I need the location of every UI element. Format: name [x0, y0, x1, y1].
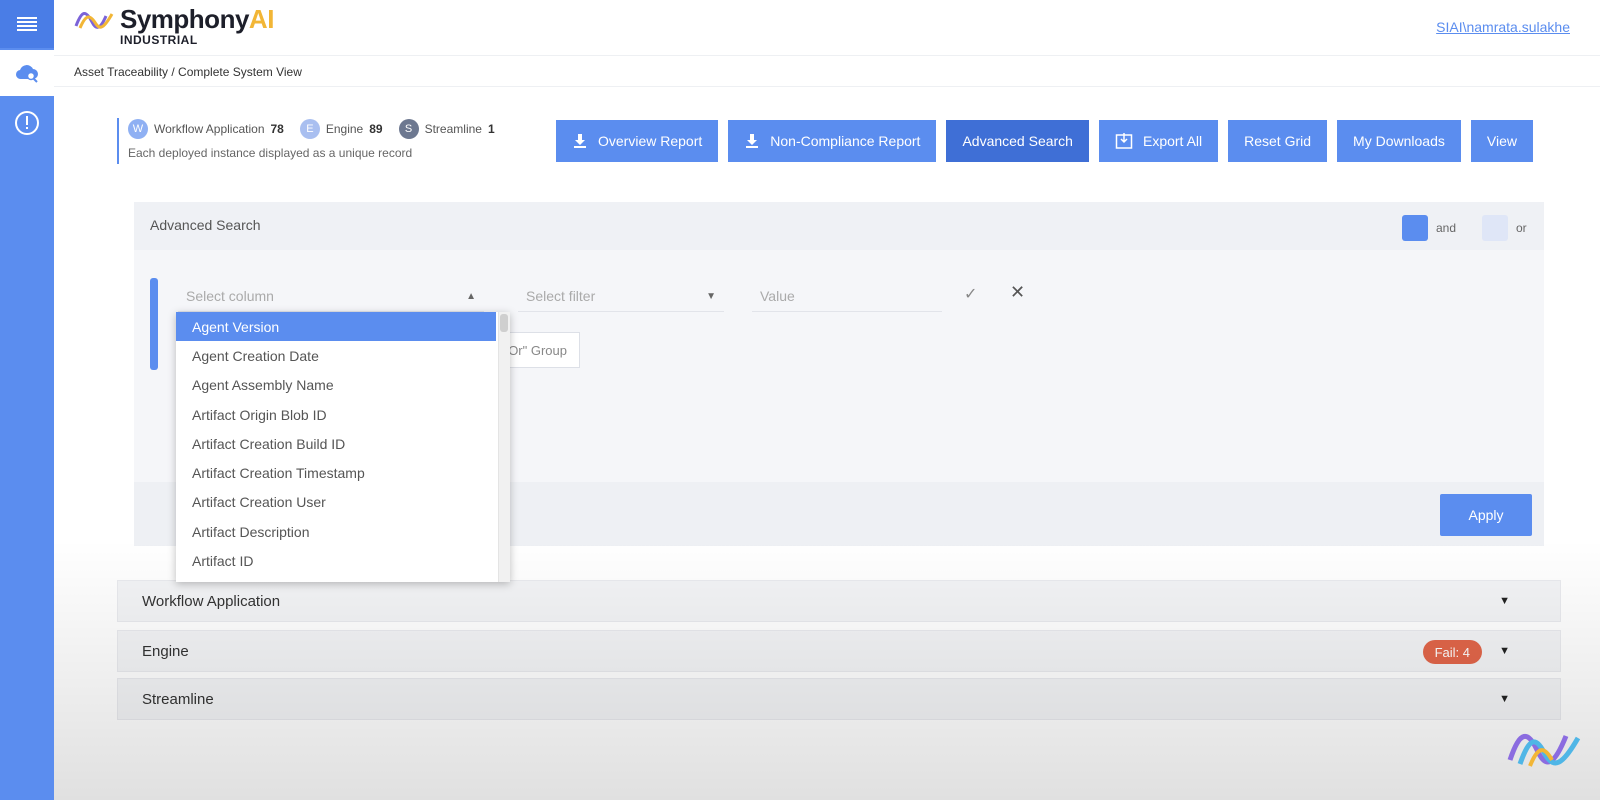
- advanced-search-header: Advanced Search and or: [134, 202, 1544, 250]
- check-icon: ✓: [964, 286, 978, 303]
- menu-button[interactable]: [0, 0, 54, 48]
- advanced-search-title: Advanced Search: [150, 217, 261, 233]
- apply-label: Apply: [1468, 507, 1504, 523]
- brand-sub: INDUSTRIAL: [120, 33, 198, 47]
- rule-group-indicator: [150, 278, 158, 370]
- symphony-watermark-icon: [1507, 734, 1581, 767]
- export-all-button[interactable]: Export All: [1098, 120, 1219, 162]
- select-column-dropdown[interactable]: Select column ▲: [178, 280, 484, 312]
- download-icon: [746, 134, 759, 148]
- or-toggle-box[interactable]: [1482, 215, 1508, 241]
- non-compliance-report-label: Non-Compliance Report: [770, 133, 921, 149]
- fail-count-badge: Fail: 4: [1422, 640, 1482, 664]
- engine-letter-badge: E: [299, 119, 320, 139]
- record-summary: W Workflow Application 78 E Engine 89 S …: [117, 118, 505, 164]
- nav-asset-traceability[interactable]: [0, 50, 54, 96]
- download-icon: [574, 134, 586, 148]
- select-filter-dropdown[interactable]: Select filter ▼: [518, 280, 724, 312]
- chevron-down-icon[interactable]: ▼: [1499, 645, 1510, 657]
- export-icon: [1115, 133, 1133, 149]
- column-option[interactable]: Artifact Creation User: [176, 488, 496, 517]
- overview-report-label: Overview Report: [598, 133, 703, 149]
- hamburger-icon: [17, 17, 37, 31]
- workflow-count-label: Workflow Application: [154, 122, 265, 136]
- alert-icon: [15, 111, 39, 135]
- column-options-list[interactable]: Agent Version Agent Creation Date Agent …: [176, 312, 510, 582]
- user-account-link[interactable]: SIAI\namrata.sulakhe: [1436, 19, 1570, 35]
- section-workflow-application[interactable]: Workflow Application ▼: [117, 580, 1561, 622]
- column-option[interactable]: Artifact Creation Timestamp: [176, 458, 496, 487]
- or-label: or: [1516, 221, 1527, 235]
- or-toggle[interactable]: or: [1482, 215, 1527, 241]
- my-downloads-label: My Downloads: [1353, 133, 1445, 149]
- caret-up-icon: ▲: [466, 291, 476, 302]
- non-compliance-report-button[interactable]: Non-Compliance Report: [728, 120, 937, 162]
- and-label: and: [1436, 221, 1457, 235]
- streamline-count-label: Streamline: [424, 122, 482, 136]
- advanced-search-label: Advanced Search: [962, 133, 1073, 149]
- breadcrumb-bar: Asset Traceability / Complete System Vie…: [54, 57, 1600, 87]
- view-button[interactable]: View: [1470, 120, 1533, 162]
- nav-alerts[interactable]: [0, 100, 54, 146]
- and-toggle-box[interactable]: [1402, 215, 1428, 241]
- select-filter-placeholder: Select filter: [526, 288, 596, 304]
- column-option[interactable]: Agent Creation Date: [176, 341, 496, 370]
- caret-down-icon: ▼: [706, 291, 716, 302]
- overview-report-button[interactable]: Overview Report: [556, 120, 719, 162]
- workflow-count: 78: [270, 122, 284, 136]
- export-all-label: Export All: [1142, 133, 1203, 149]
- section-label: Streamline: [142, 691, 214, 708]
- my-downloads-button[interactable]: My Downloads: [1337, 120, 1461, 162]
- reset-grid-label: Reset Grid: [1244, 133, 1312, 149]
- column-option[interactable]: Artifact Creation Build ID: [176, 429, 496, 458]
- or-group-label: Or" Group: [508, 342, 567, 358]
- value-input[interactable]: Value: [752, 280, 942, 312]
- brand-ai: AI: [248, 4, 275, 34]
- close-icon: ✕: [1010, 282, 1026, 302]
- streamline-letter-badge: S: [398, 119, 419, 139]
- apply-button[interactable]: Apply: [1440, 494, 1532, 536]
- section-label: Engine: [142, 643, 189, 660]
- select-column-placeholder: Select column: [186, 288, 274, 304]
- advanced-search-button[interactable]: Advanced Search: [946, 120, 1089, 162]
- symphony-logo: SymphonyAI INDUSTRIAL: [74, 6, 274, 46]
- confirm-rule-button[interactable]: ✓: [964, 284, 977, 304]
- symphony-wave-logo-icon: [74, 12, 114, 29]
- summary-note: Each deployed instance displayed as a un…: [128, 146, 413, 160]
- value-placeholder: Value: [760, 288, 795, 304]
- section-streamline[interactable]: Streamline ▼: [117, 678, 1561, 720]
- streamline-count: 1: [487, 122, 495, 136]
- dropdown-scrollbar-thumb[interactable]: [500, 314, 508, 332]
- toolbar: Overview Report Non-Compliance Report Ad…: [556, 120, 1533, 162]
- column-option[interactable]: Artifact Origin Blob ID: [176, 400, 496, 429]
- reset-grid-button[interactable]: Reset Grid: [1228, 120, 1328, 162]
- and-toggle[interactable]: and: [1402, 215, 1456, 241]
- add-or-group-button[interactable]: Or" Group: [504, 332, 580, 368]
- column-option[interactable]: Artifact Description: [176, 517, 496, 546]
- dropdown-scrollbar[interactable]: [498, 312, 510, 582]
- column-option[interactable]: Agent Version: [176, 312, 496, 342]
- column-option[interactable]: Agent Assembly Name: [176, 371, 496, 400]
- remove-rule-button[interactable]: ✕: [1010, 282, 1025, 303]
- brand-name: Symphony: [120, 4, 249, 34]
- chevron-down-icon[interactable]: ▼: [1499, 595, 1510, 607]
- section-label: Workflow Application: [142, 593, 281, 610]
- workflow-letter-badge: W: [128, 119, 148, 139]
- chevron-down-icon[interactable]: ▼: [1499, 693, 1510, 705]
- section-engine[interactable]: Engine Fail: 4 ▼: [117, 630, 1561, 672]
- cloud-search-icon: [15, 65, 38, 83]
- app-header: SymphonyAI INDUSTRIAL SIAI\namrata.sulak…: [54, 0, 1600, 56]
- column-option[interactable]: Artifact ID: [176, 546, 496, 575]
- engine-count: 89: [369, 122, 383, 136]
- breadcrumb: Asset Traceability / Complete System Vie…: [74, 65, 302, 79]
- left-rail: [0, 0, 54, 800]
- view-label: View: [1486, 133, 1517, 149]
- engine-count-label: Engine: [325, 122, 364, 136]
